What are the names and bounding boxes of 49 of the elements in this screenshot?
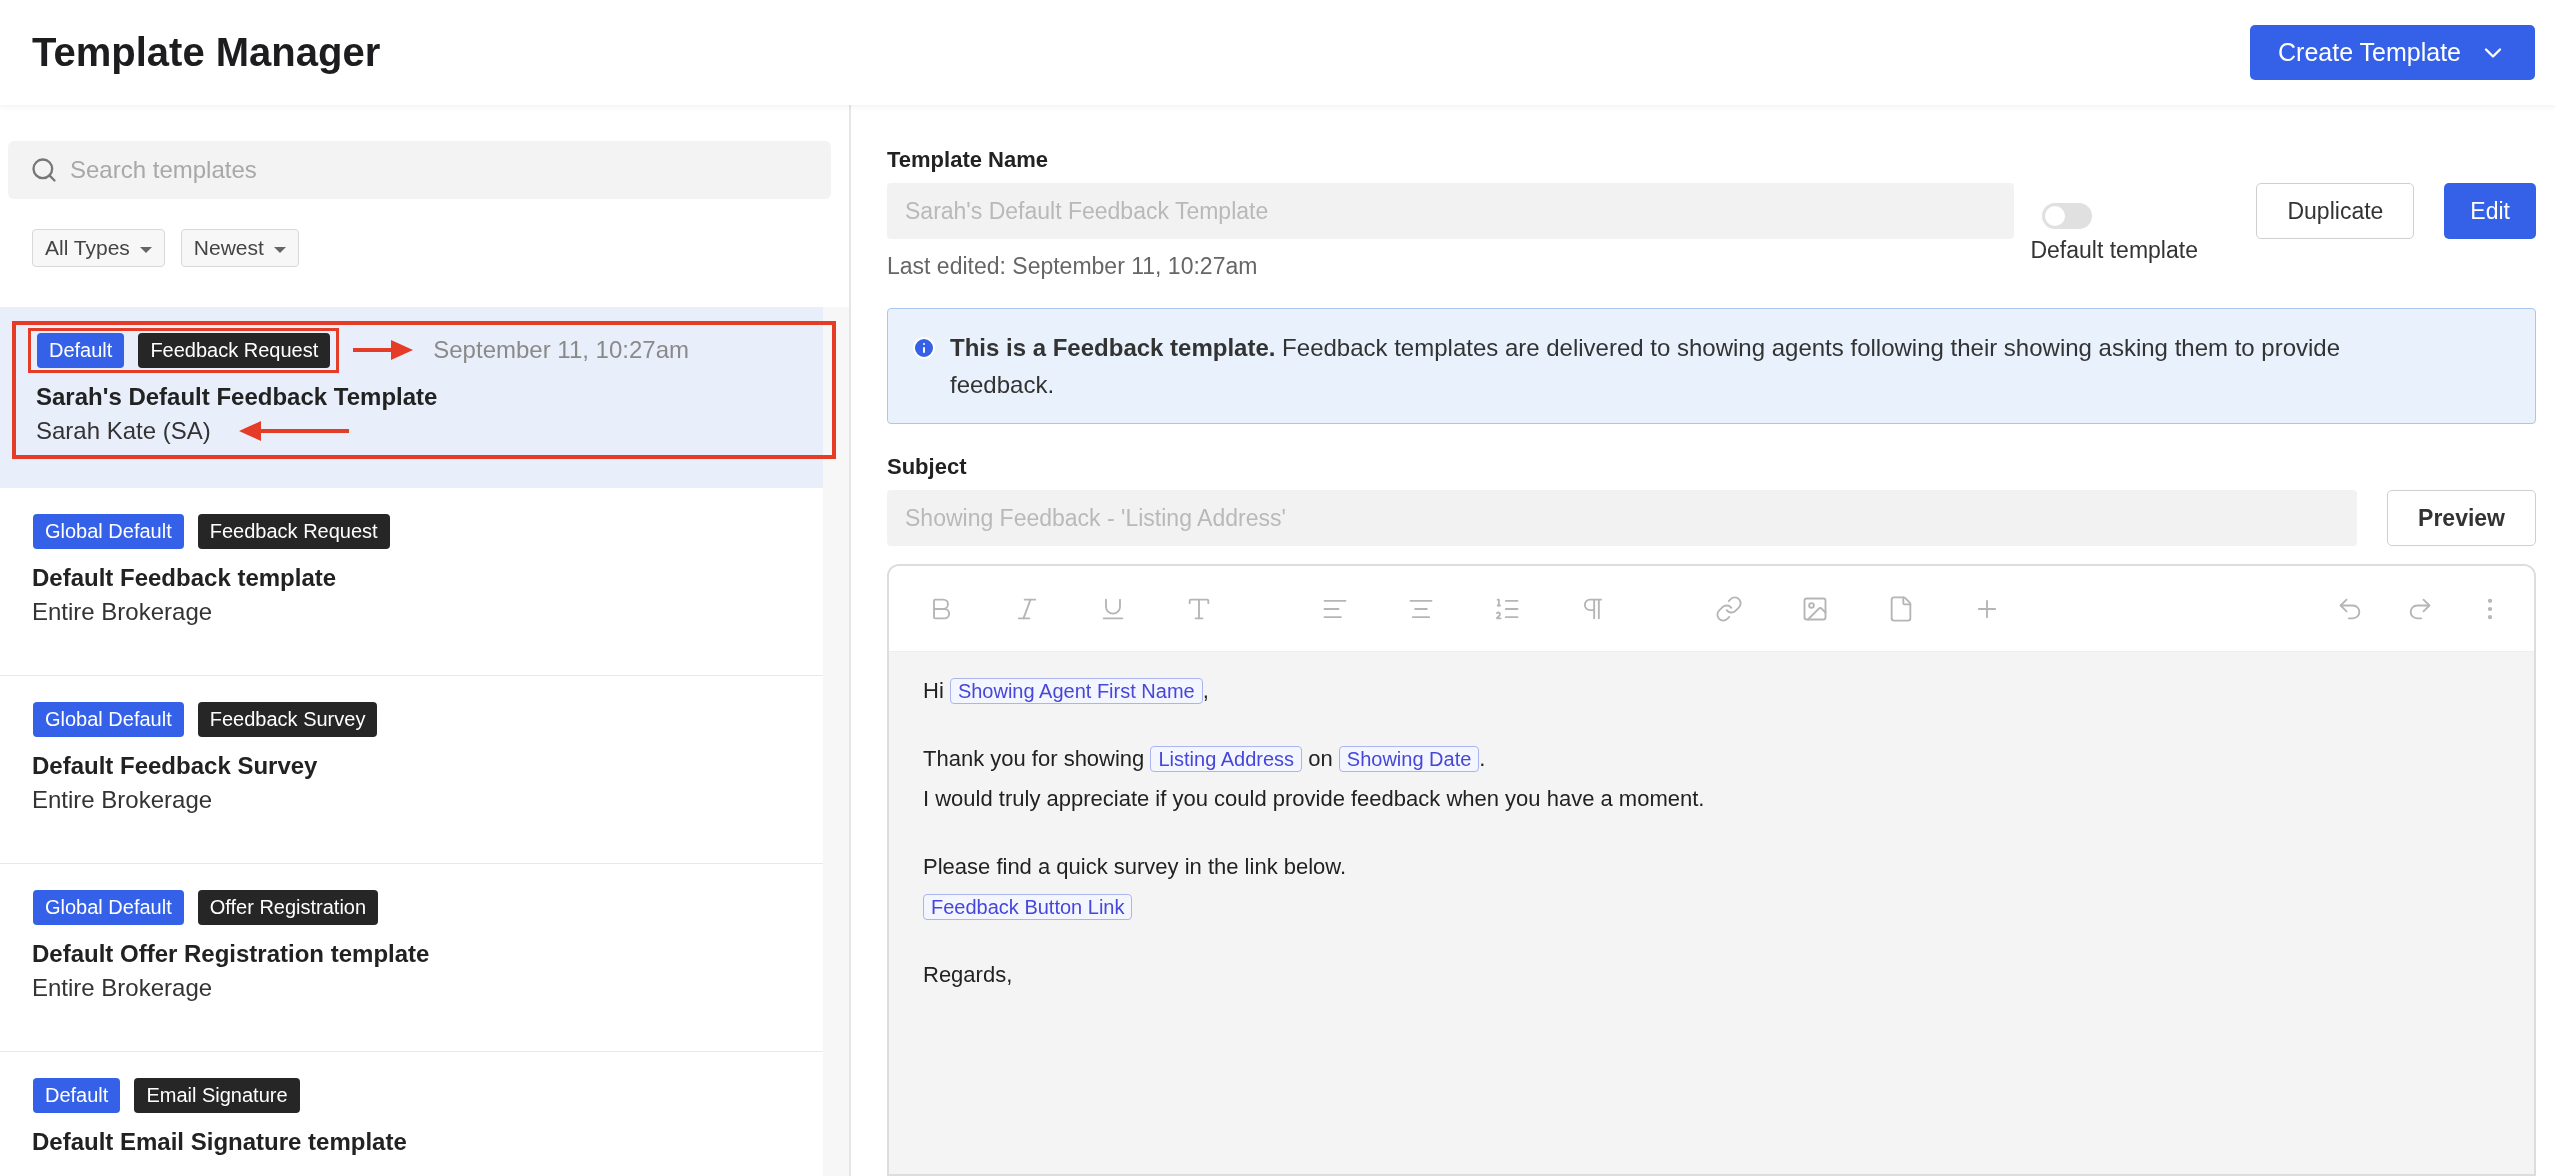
merge-field-tag: Feedback Button Link	[923, 894, 1133, 920]
field-label: Subject	[887, 454, 968, 480]
email-text: Please find a quick survey in the link below.	[923, 853, 1348, 881]
template-owner: Entire Brokerage	[32, 786, 213, 814]
email-text: I would truly appreciate if you could provide feedback when you have a moment.	[923, 785, 1706, 813]
arrow-annotation	[353, 339, 414, 361]
search-field[interactable]: Search templates	[8, 141, 831, 199]
email-text: Thank you for showing Listing Address on Showing Date .	[923, 745, 1487, 774]
last-edited-text: Last edited: September 11, 10:27am	[887, 253, 1259, 280]
email-editor[interactable]	[887, 564, 2536, 1176]
template-title: Default Email Signature template	[32, 1128, 408, 1156]
template-title: Default Feedback template	[32, 564, 338, 592]
info-icon	[912, 336, 936, 360]
merge-field-tag: Showing Date	[1338, 746, 1480, 772]
page-title: Template Manager	[32, 30, 381, 75]
edit-button[interactable]: Edit	[2444, 183, 2536, 239]
field-label: Template Name	[887, 147, 1049, 173]
type-badge: Email Signature	[134, 1077, 300, 1113]
template-owner: Entire Brokerage	[32, 974, 213, 1002]
type-badge: Feedback Request	[138, 332, 331, 368]
template-owner: Sarah Kate (SA)	[36, 417, 211, 445]
edited-date: September 11, 10:27am	[433, 336, 689, 364]
type-badge: Offer Registration	[197, 889, 379, 925]
template-title: Default Offer Registration template	[32, 940, 431, 968]
filter-dropdown[interactable]: All Types	[32, 229, 165, 267]
scope-badge: Global Default	[33, 889, 184, 925]
email-text: Regards,	[923, 961, 1014, 989]
caret-icon	[273, 247, 286, 253]
merge-field-tag: Listing Address	[1150, 746, 1303, 772]
scope-badge: Global Default	[33, 701, 184, 737]
create-template-button[interactable]: Create Template	[2250, 25, 2535, 80]
info-text: This is a Feedback template. Feedback templates are delivered to showing agents following their showing asking them to provide feedback.	[950, 333, 2342, 400]
toggle-label: Default template	[2030, 237, 2198, 264]
filter-dropdown[interactable]: Newest	[180, 229, 299, 267]
caret-icon	[139, 247, 152, 253]
link-icon[interactable]	[1715, 594, 1743, 623]
scope-badge: Default	[37, 332, 125, 368]
duplicate-button[interactable]: Duplicate	[2256, 183, 2415, 239]
template-title: Sarah's Default Feedback Template	[36, 383, 439, 411]
search-icon	[30, 156, 58, 184]
type-badge: Feedback Survey	[197, 701, 378, 737]
scope-badge: Default	[33, 1077, 121, 1113]
email-text: Hi Showing Agent First Name ,	[923, 677, 1210, 706]
merge-field-tag: Showing Agent First Name	[949, 678, 1203, 704]
scope-badge: Global Default	[33, 513, 184, 549]
type-badge: Feedback Request	[197, 513, 390, 549]
template-owner: Entire Brokerage	[32, 598, 213, 626]
preview-button[interactable]: Preview	[2387, 490, 2536, 546]
template-title: Default Feedback Survey	[32, 752, 319, 780]
